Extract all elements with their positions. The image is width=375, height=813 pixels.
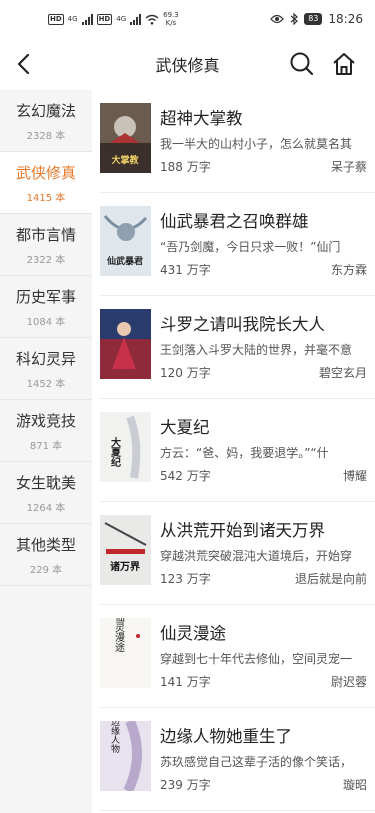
book-author: 博耀: [342, 469, 367, 483]
category-count: 2322 本: [26, 254, 66, 266]
cover-title: 仙武暴君: [107, 255, 143, 267]
category-name: 科幻灵异: [15, 349, 76, 368]
book-item[interactable]: 诸万界 从洪荒开始到诸天万界 穿越洪荒突破混沌大道境后，开始穿 123 万字 退…: [100, 502, 375, 605]
category-item-lishi[interactable]: 历史军事 1084 本: [0, 276, 92, 338]
category-name: 女生耽美: [15, 473, 76, 492]
book-cover[interactable]: 诸万界: [100, 515, 151, 585]
book-title: 斗罗之请叫我院长大人: [160, 315, 325, 334]
category-item-xuanhuan[interactable]: 玄幻魔法 2328 本: [0, 90, 92, 152]
book-description: 苏玖感觉自己这辈子活的像个笑话，: [160, 755, 353, 769]
book-cover[interactable]: 大夏纪: [100, 412, 151, 482]
network-type-2: 4G: [116, 15, 127, 23]
cover-title: 仙灵漫途: [113, 618, 125, 653]
signal-icon-1: [81, 13, 93, 25]
book-description: 方云：“爸、妈，我要退学。”“什: [160, 446, 329, 460]
cover-title: 诸万界: [110, 560, 140, 573]
book-item[interactable]: 大夏纪 大夏纪 方云：“爸、妈，我要退学。”“什 542 万字 博耀: [100, 399, 375, 502]
category-count: 229 本: [29, 564, 63, 576]
category-count: 2328 本: [26, 130, 66, 142]
book-cover[interactable]: 大掌教: [100, 103, 151, 173]
status-right: 83 18:26: [270, 12, 363, 26]
hd-badge-2: HD: [96, 13, 113, 25]
book-item[interactable]: 仙灵漫途 仙灵漫途 穿越到七十年代去修仙，空间灵宠一 141 万字 尉迟蓉: [100, 605, 375, 708]
category-count: 1452 本: [26, 378, 66, 390]
book-description: 穿越到七十年代去修仙，空间灵宠一: [160, 652, 353, 666]
network-type-1: 4G: [67, 15, 78, 23]
category-count: 1264 本: [26, 502, 66, 514]
network-speed-unit: K/s: [165, 19, 177, 27]
back-arrow-icon: [17, 53, 30, 75]
cover-title: 大掌教: [111, 154, 139, 166]
cover-title: 边缘人物: [109, 721, 120, 754]
book-title: 大夏纪: [160, 418, 210, 437]
book-title: 边缘人物她重生了: [160, 727, 292, 746]
eye-icon: [270, 14, 285, 24]
book-word-count: 431 万字: [160, 263, 211, 277]
book-title: 仙武暴君之召唤群雄: [160, 212, 309, 231]
category-count: 1415 本: [26, 192, 66, 204]
book-cover[interactable]: 仙灵漫途: [100, 618, 151, 688]
book-cover[interactable]: 仙武暴君: [100, 206, 151, 276]
book-word-count: 141 万字: [160, 675, 211, 689]
book-description: 王剑落入斗罗大陆的世界，并毫不意: [160, 343, 353, 357]
book-word-count: 123 万字: [160, 572, 211, 586]
book-author: 尉迟蓉: [330, 675, 367, 689]
category-name: 都市言情: [15, 225, 76, 244]
category-sidebar: 玄幻魔法 2328 本 武侠修真 1415 本 都市言情 2322 本 历史军事 108…: [0, 90, 92, 813]
network-speed: 69.3 K/s: [163, 11, 179, 27]
home-icon: [333, 53, 355, 75]
book-description: 穿越洪荒突破混沌大道境后，开始穿: [160, 549, 353, 563]
category-name: 历史军事: [15, 287, 76, 306]
book-item[interactable]: 大掌教 超神大掌教 我一半大的山村小子，怎么就莫名其 188 万字 呆子蔡: [100, 90, 375, 193]
book-author: 退后就是向前: [294, 572, 367, 586]
book-author: 东方霖: [330, 263, 367, 277]
book-item[interactable]: 仙武暴君 仙武暴君之召唤群雄 “吾乃剑魔，今日只求一败！”仙门 431 万字 东…: [100, 193, 375, 296]
book-title: 仙灵漫途: [160, 624, 226, 643]
page-title: 武侠修真: [155, 56, 220, 75]
book-word-count: 120 万字: [160, 366, 211, 380]
network-speed-value: 69.3: [163, 11, 179, 19]
book-cover[interactable]: [100, 309, 151, 379]
book-cover[interactable]: 边缘人物: [100, 721, 151, 791]
status-bar: HD 4G HD 4G 69.3 K/s 83 18:26: [0, 0, 375, 38]
bluetooth-icon: [290, 13, 299, 25]
status-left: HD 4G HD 4G 69.3 K/s: [48, 11, 179, 27]
book-word-count: 542 万字: [160, 469, 211, 483]
book-list: 大掌教 超神大掌教 我一半大的山村小子，怎么就莫名其 188 万字 呆子蔡 仙武…: [92, 90, 375, 813]
book-author: 碧空玄月: [318, 366, 367, 380]
app-header: 武侠修真: [0, 38, 375, 90]
category-item-dushi[interactable]: 都市言情 2322 本: [0, 214, 92, 276]
category-name: 武侠修真: [15, 163, 76, 182]
category-name: 其他类型: [15, 535, 76, 554]
category-item-qita[interactable]: 其他类型 229 本: [0, 524, 92, 586]
search-icon: [290, 52, 314, 76]
category-count: 871 本: [29, 440, 63, 452]
category-item-nvsheng[interactable]: 女生耽美 1264 本: [0, 462, 92, 524]
book-author: 呆子蔡: [330, 160, 367, 174]
book-author: 璇昭: [342, 778, 367, 792]
book-description: 我一半大的山村小子，怎么就莫名其: [160, 137, 353, 151]
category-item-youxi[interactable]: 游戏竞技 871 本: [0, 400, 92, 462]
search-button[interactable]: [288, 50, 316, 78]
wifi-icon: [145, 14, 159, 25]
book-title: 超神大掌教: [160, 109, 243, 128]
book-word-count: 239 万字: [160, 778, 211, 792]
book-word-count: 188 万字: [160, 160, 211, 174]
battery-icon: 83: [304, 13, 323, 25]
category-item-kehuan[interactable]: 科幻灵异 1452 本: [0, 338, 92, 400]
book-item[interactable]: 边缘人物 边缘人物她重生了 苏玖感觉自己这辈子活的像个笑话， 239 万字 璇昭: [100, 708, 375, 811]
hd-badge-1: HD: [48, 13, 64, 25]
category-name: 玄幻魔法: [15, 101, 76, 120]
home-button[interactable]: [330, 50, 358, 78]
book-description: “吾乃剑魔，今日只求一败！”仙门: [160, 240, 341, 254]
back-button[interactable]: [10, 51, 36, 77]
clock: 18:26: [328, 12, 363, 26]
book-item[interactable]: 斗罗之请叫我院长大人 王剑落入斗罗大陆的世界，并毫不意 120 万字 碧空玄月: [100, 296, 375, 399]
category-name: 游戏竞技: [15, 411, 76, 430]
signal-icon-2: [130, 13, 142, 25]
category-count: 1084 本: [26, 316, 66, 328]
book-title: 从洪荒开始到诸天万界: [160, 521, 325, 540]
category-item-wuxia[interactable]: 武侠修真 1415 本: [0, 152, 92, 214]
